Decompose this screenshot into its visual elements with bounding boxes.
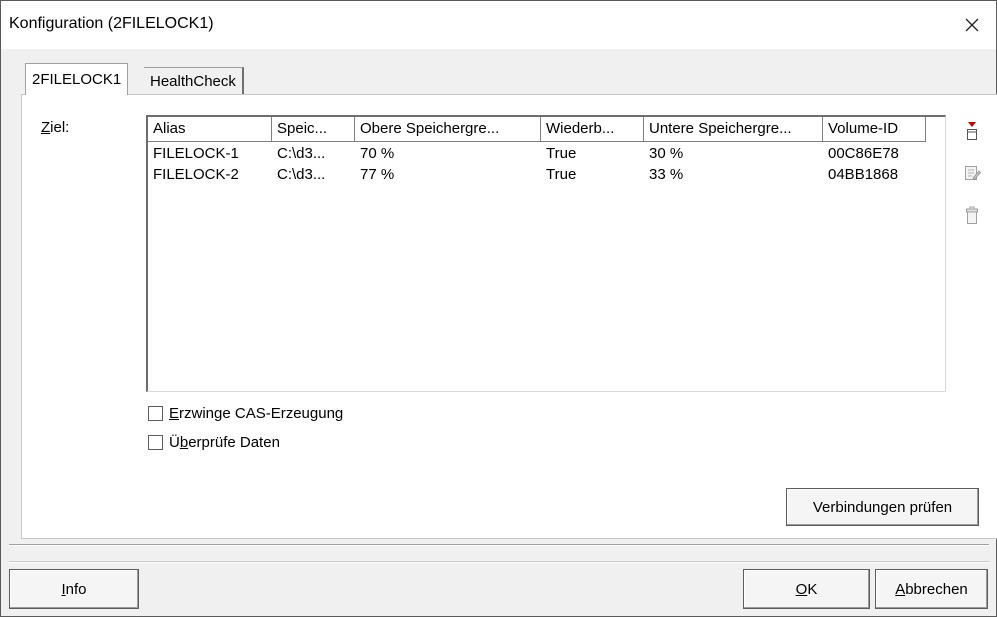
listview-rows: FILELOCK-1 C:\d3... 70 % True 30 % 00C86…: [148, 145, 926, 187]
verify-data-checkbox[interactable]: [148, 435, 163, 450]
target-label: Ziel:: [41, 119, 70, 136]
tab-healthcheck[interactable]: HealthCheck: [144, 67, 244, 94]
add-icon: [967, 122, 977, 140]
ok-button[interactable]: OK: [743, 569, 870, 609]
verify-data-label: Überprüfe Daten: [169, 434, 280, 451]
add-target-button[interactable]: [960, 119, 984, 143]
edit-target-button[interactable]: [960, 161, 984, 185]
table-row[interactable]: FILELOCK-1 C:\d3... 70 % True 30 % 00C86…: [148, 145, 926, 166]
tab-label: 2FILELOCK1: [32, 71, 122, 88]
cell-volume-id: 04BB1868: [828, 166, 899, 183]
cell-storage: C:\d3...: [277, 166, 326, 183]
column-header-upper-limit[interactable]: Obere Speichergre...: [355, 117, 541, 142]
force-cas-label: Erzwinge CAS-Erzeugung: [169, 405, 344, 422]
cell-alias: FILELOCK-2: [153, 166, 239, 183]
cancel-button[interactable]: Abbrechen: [875, 569, 988, 609]
table-row[interactable]: FILELOCK-2 C:\d3... 77 % True 33 % 04BB1…: [148, 166, 926, 187]
cell-recovery: True: [546, 145, 577, 162]
tab-2filelock1[interactable]: 2FILELOCK1: [25, 63, 129, 95]
cell-lower-limit: 30 %: [649, 145, 684, 162]
close-button[interactable]: [948, 1, 996, 49]
cell-recovery: True: [546, 166, 577, 183]
check-connections-button[interactable]: Verbindungen prüfen: [786, 488, 979, 526]
cell-upper-limit: 70 %: [360, 145, 395, 162]
delete-icon: [966, 206, 978, 224]
cell-lower-limit: 33 %: [649, 166, 684, 183]
target-listview[interactable]: Alias Speic... Obere Speichergre... Wied…: [146, 115, 946, 392]
divider: [9, 561, 989, 563]
tab-label: HealthCheck: [150, 72, 236, 90]
column-header-storage[interactable]: Speic...: [272, 117, 355, 142]
cell-storage: C:\d3...: [277, 145, 326, 162]
column-header-alias[interactable]: Alias: [148, 117, 272, 142]
verify-data-option[interactable]: Überprüfe Daten: [148, 434, 280, 451]
force-cas-checkbox[interactable]: [148, 406, 163, 421]
info-button[interactable]: Info: [9, 569, 139, 609]
edit-icon: [965, 166, 982, 181]
cell-upper-limit: 77 %: [360, 166, 395, 183]
column-header-recovery[interactable]: Wiederb...: [541, 117, 644, 142]
listview-header: Alias Speic... Obere Speichergre... Wied…: [148, 117, 926, 142]
config-dialog: Konfiguration (2FILELOCK1) 2FILELOCK1 He…: [0, 0, 997, 617]
column-header-volume-id[interactable]: Volume-ID: [823, 117, 926, 142]
column-header-lower-limit[interactable]: Untere Speichergre...: [644, 117, 823, 142]
divider: [9, 544, 989, 546]
cell-volume-id: 00C86E78: [828, 145, 899, 162]
window-title: Konfiguration (2FILELOCK1): [9, 15, 214, 32]
delete-target-button[interactable]: [960, 203, 984, 227]
force-cas-option[interactable]: Erzwinge CAS-Erzeugung: [148, 405, 343, 422]
cell-alias: FILELOCK-1: [153, 145, 239, 162]
title-bar: Konfiguration (2FILELOCK1): [1, 1, 996, 49]
close-icon: [965, 18, 979, 32]
